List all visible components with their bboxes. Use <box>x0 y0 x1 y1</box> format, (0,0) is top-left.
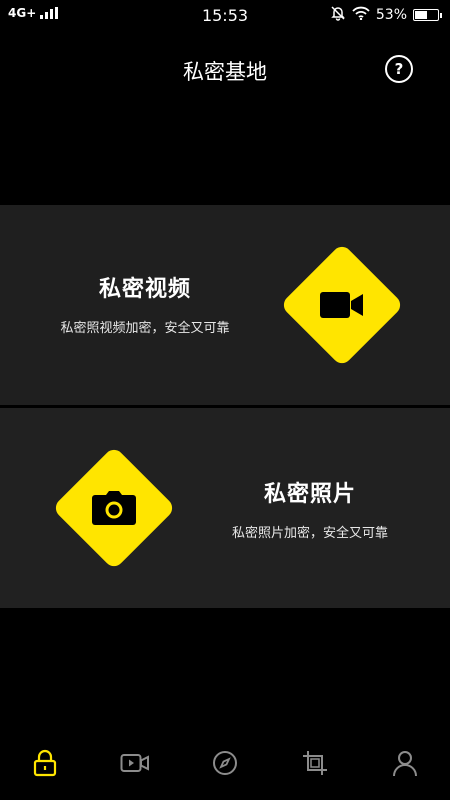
private-photo-card[interactable]: 私密照片 私密照片加密，安全又可靠 <box>0 408 450 608</box>
video-card-title: 私密视频 <box>98 277 191 302</box>
tab-discover[interactable] <box>180 740 270 790</box>
video-camera-icon <box>280 243 404 367</box>
profile-icon <box>392 749 418 781</box>
battery-percent: 53% <box>375 7 407 23</box>
video-card-text: 私密视频 私密照视频加密，安全又可靠 <box>25 271 265 336</box>
tab-video[interactable] <box>90 740 180 790</box>
camera-icon <box>52 446 176 570</box>
battery-fill <box>415 11 427 19</box>
photo-card-subtitle: 私密照片加密，安全又可靠 <box>231 526 388 541</box>
photo-card-title: 私密照片 <box>263 482 356 507</box>
help-icon: ? <box>394 60 404 78</box>
photo-diamond-badge[interactable] <box>51 445 177 571</box>
notification-off-icon <box>330 5 346 25</box>
private-video-card[interactable]: 私密视频 私密照视频加密，安全又可靠 <box>0 205 450 405</box>
tab-private[interactable] <box>0 740 90 790</box>
photo-card-text: 私密照片 私密照片加密，安全又可靠 <box>190 476 430 541</box>
tab-edit[interactable] <box>270 740 360 790</box>
page-title: 私密基地 <box>183 60 267 84</box>
video-card-subtitle: 私密照视频加密，安全又可靠 <box>60 321 230 336</box>
video-diamond-badge[interactable] <box>279 242 405 368</box>
status-bar: 4G+ 15:53 53% <box>0 0 450 32</box>
status-right: 53% <box>330 5 442 25</box>
wifi-icon <box>352 6 370 24</box>
battery-icon <box>413 9 442 21</box>
compass-icon <box>212 750 238 780</box>
private-base-screen: 4G+ 15:53 53% 私密基地 ? 私密视频 私密照视频加密，安全又可靠 … <box>0 0 450 800</box>
tab-profile[interactable] <box>360 740 450 790</box>
header: 私密基地 ? <box>0 48 450 92</box>
help-button[interactable]: ? <box>385 55 413 83</box>
video-icon <box>120 752 150 778</box>
crop-icon <box>302 750 328 780</box>
bottom-tab-bar <box>0 740 450 790</box>
lock-icon <box>32 749 58 781</box>
